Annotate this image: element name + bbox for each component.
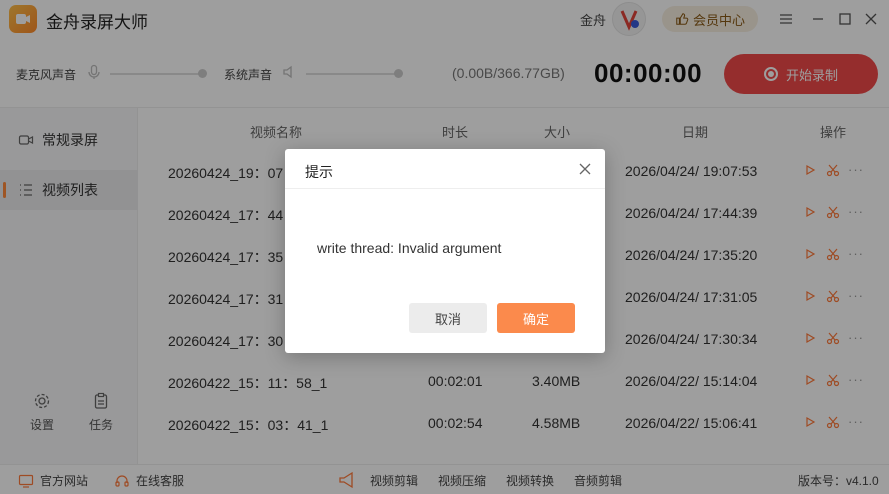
dialog-title: 提示: [305, 164, 333, 180]
dialog-header: 提示: [285, 149, 605, 189]
alert-dialog: 提示 write thread: Invalid argument 取消 确定: [285, 149, 605, 353]
confirm-button[interactable]: 确定: [497, 303, 575, 333]
dialog-message: write thread: Invalid argument: [317, 240, 502, 256]
close-icon[interactable]: [577, 161, 593, 177]
cancel-button[interactable]: 取消: [409, 303, 487, 333]
